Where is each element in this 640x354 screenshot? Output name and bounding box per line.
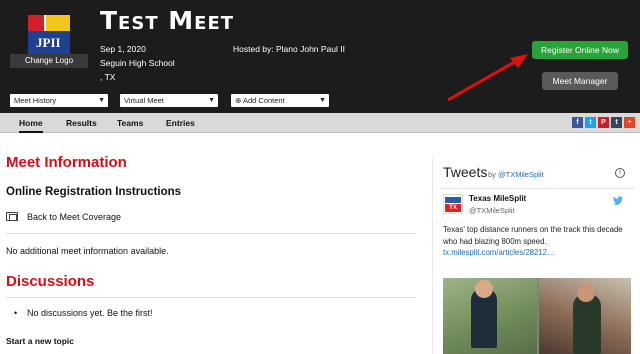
start-new-topic-heading: Start a new topic	[6, 336, 75, 346]
change-logo-button[interactable]: Change Logo	[10, 54, 88, 68]
meet-host: Hosted by: Plano John Paul II	[233, 44, 345, 54]
avatar-text: TX	[445, 204, 461, 212]
logo-text: JPII	[36, 35, 61, 50]
meet-header: JPII Change Logo Test Meet Sep 1, 2020 S…	[0, 0, 640, 113]
meet-history-label: Meet History	[14, 96, 57, 105]
virtual-meet-dropdown[interactable]: Virtual Meet ▼	[120, 94, 218, 107]
tweets-handle-link[interactable]: @TXMileSplit	[498, 170, 544, 179]
divider	[439, 188, 635, 189]
no-discussions-text: No discussions yet. Be the first!	[27, 308, 153, 318]
meet-history-dropdown[interactable]: Meet History ▼	[10, 94, 108, 107]
meet-venue: Seguin High School	[100, 58, 175, 68]
add-content-label: Add Content	[242, 96, 285, 105]
virtual-meet-label: Virtual Meet	[124, 96, 164, 105]
chevron-down-icon: ▼	[319, 97, 326, 104]
tumblr-icon[interactable]: t	[611, 117, 622, 128]
plus-circle-icon: ⊕	[235, 96, 242, 105]
more-share-icon[interactable]: +	[624, 117, 635, 128]
tab-results[interactable]: Results	[66, 113, 97, 133]
tweets-heading: Tweets	[443, 164, 488, 180]
tweet-link[interactable]: tx.milesplit.com/articles/28212…	[443, 248, 555, 257]
meet-nav-bar: Home Results Teams Entries	[0, 113, 640, 133]
tweet-author-handle[interactable]: @TXMileSplit	[469, 206, 515, 215]
main-content: Meet Information Online Registration Ins…	[0, 134, 420, 354]
no-meet-info-text: No additional meet information available…	[6, 246, 169, 256]
avatar[interactable]: TX	[443, 194, 463, 214]
twitter-widget: Tweets by @TXMileSplit i TX Texas MileSp…	[432, 158, 638, 354]
tab-teams[interactable]: Teams	[117, 113, 143, 133]
tab-entries[interactable]: Entries	[166, 113, 195, 133]
divider	[6, 233, 416, 234]
tweet-author-name[interactable]: Texas MileSplit	[469, 194, 526, 203]
facebook-icon[interactable]: f	[572, 117, 583, 128]
divider	[6, 297, 416, 298]
info-icon[interactable]: i	[615, 168, 625, 178]
tweet-image[interactable]	[443, 278, 631, 354]
register-online-button[interactable]: Register Online Now	[532, 41, 628, 59]
meet-logo-area: JPII Change Logo	[10, 12, 88, 70]
meet-title: Test Meet	[100, 6, 235, 35]
bullet-icon: •	[14, 308, 18, 318]
meet-information-heading: Meet Information	[6, 154, 127, 171]
team-logo: JPII	[28, 15, 70, 57]
tweets-by: by @TXMileSplit	[488, 170, 544, 179]
meet-manager-button[interactable]: Meet Manager	[542, 72, 618, 90]
meet-location: , TX	[100, 72, 116, 82]
tweets-by-label: by	[488, 170, 496, 179]
twitter-icon[interactable]: t	[585, 117, 596, 128]
tweet-text: Texas' top distance runners on the track…	[443, 225, 623, 246]
add-content-dropdown[interactable]: ⊕ Add Content ▼	[231, 94, 329, 107]
tab-home[interactable]: Home	[19, 113, 43, 133]
red-arrow-annotation	[447, 54, 528, 102]
pinterest-icon[interactable]: P	[598, 117, 609, 128]
chevron-down-icon: ▼	[208, 97, 215, 104]
chevron-down-icon: ▼	[98, 97, 105, 104]
discussions-heading: Discussions	[6, 273, 95, 290]
twitter-bird-icon	[613, 196, 623, 207]
back-to-meet-coverage-link[interactable]: Back to Meet Coverage	[27, 212, 121, 222]
online-registration-heading: Online Registration Instructions	[6, 186, 182, 198]
meet-date: Sep 1, 2020	[100, 44, 146, 54]
back-icon[interactable]	[6, 212, 18, 221]
